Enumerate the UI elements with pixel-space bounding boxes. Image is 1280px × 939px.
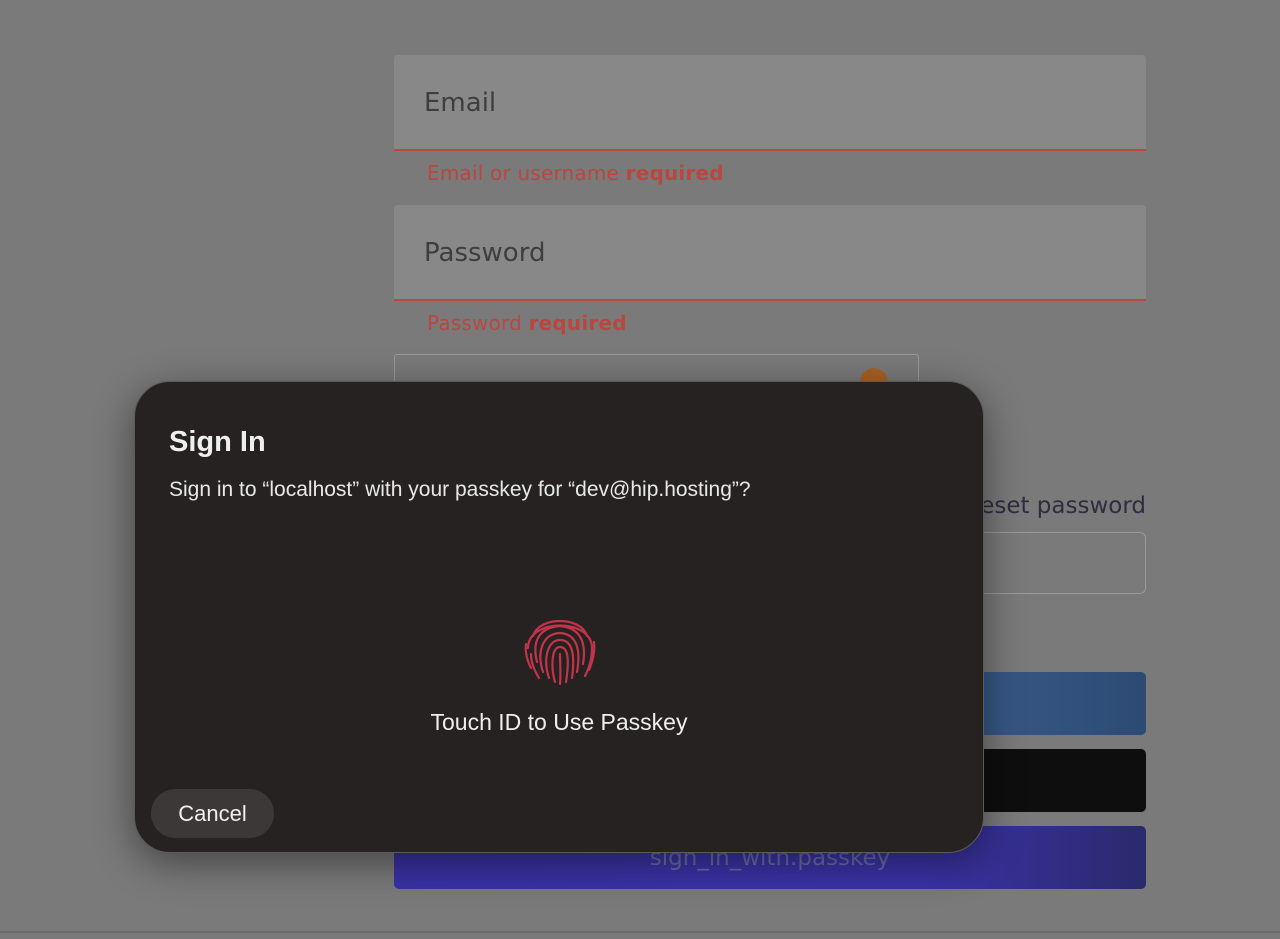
cancel-button[interactable]: Cancel [151, 789, 274, 838]
email-field[interactable] [394, 55, 1146, 151]
email-error-message: Email or username required [427, 161, 724, 185]
passkey-dialog: Sign In Sign in to “localhost” with your… [134, 381, 984, 853]
reset-password-link[interactable]: eset password [960, 493, 1146, 519]
dialog-title: Sign In [169, 426, 266, 458]
fingerprint-icon [524, 619, 596, 686]
email-error-text: Email or username [427, 161, 626, 185]
password-error-message: Password required [427, 311, 627, 335]
password-field[interactable] [394, 205, 1146, 301]
email-error-emphasis: required [625, 161, 724, 185]
password-error-text: Password [427, 311, 529, 335]
password-error-emphasis: required [528, 311, 627, 335]
email-input[interactable] [422, 55, 1106, 151]
dialog-message: Sign in to “localhost” with your passkey… [169, 478, 751, 501]
password-input[interactable] [422, 205, 1106, 301]
divider [0, 931, 1280, 933]
touch-id-label: Touch ID to Use Passkey [430, 709, 688, 735]
